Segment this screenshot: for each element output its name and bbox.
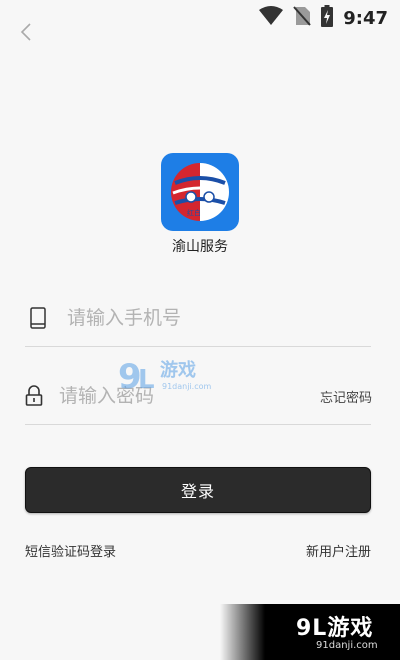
battery-charging-icon <box>321 5 334 31</box>
watermark-brand: 9L游戏 <box>296 616 374 641</box>
status-time: 9:47 <box>343 7 388 29</box>
register-link[interactable]: 新用户注册 <box>306 541 371 560</box>
forgot-password-link[interactable]: 忘记密码 <box>320 387 372 406</box>
watermark-mid: 9 L 游戏 91danji.com <box>118 354 216 400</box>
chevron-left-icon <box>20 23 32 45</box>
app-name: 渝山服务 <box>172 239 228 255</box>
status-bar: 9:47 <box>0 0 400 36</box>
watermark-mid-url: 91danji.com <box>162 382 212 391</box>
phone-row <box>25 290 371 347</box>
lock-icon <box>25 383 43 409</box>
watermark-corner: 9L游戏 91danji.com <box>220 604 400 660</box>
watermark-url: 91danji.com <box>316 640 378 651</box>
phone-input[interactable] <box>67 307 371 329</box>
svg-text:L: L <box>138 365 155 395</box>
watermark-mid-text: 游戏 <box>160 360 196 381</box>
sms-login-link[interactable]: 短信验证码登录 <box>25 541 116 560</box>
back-button[interactable] <box>12 20 40 48</box>
app-logo-text: 红白 <box>187 208 201 217</box>
status-icons: 9:47 <box>259 5 388 31</box>
no-sim-icon <box>293 6 311 30</box>
wifi-icon <box>259 6 284 30</box>
app-logo: 红白 <box>161 153 239 231</box>
login-button[interactable]: 登录 <box>25 467 371 513</box>
phone-icon <box>25 305 51 331</box>
